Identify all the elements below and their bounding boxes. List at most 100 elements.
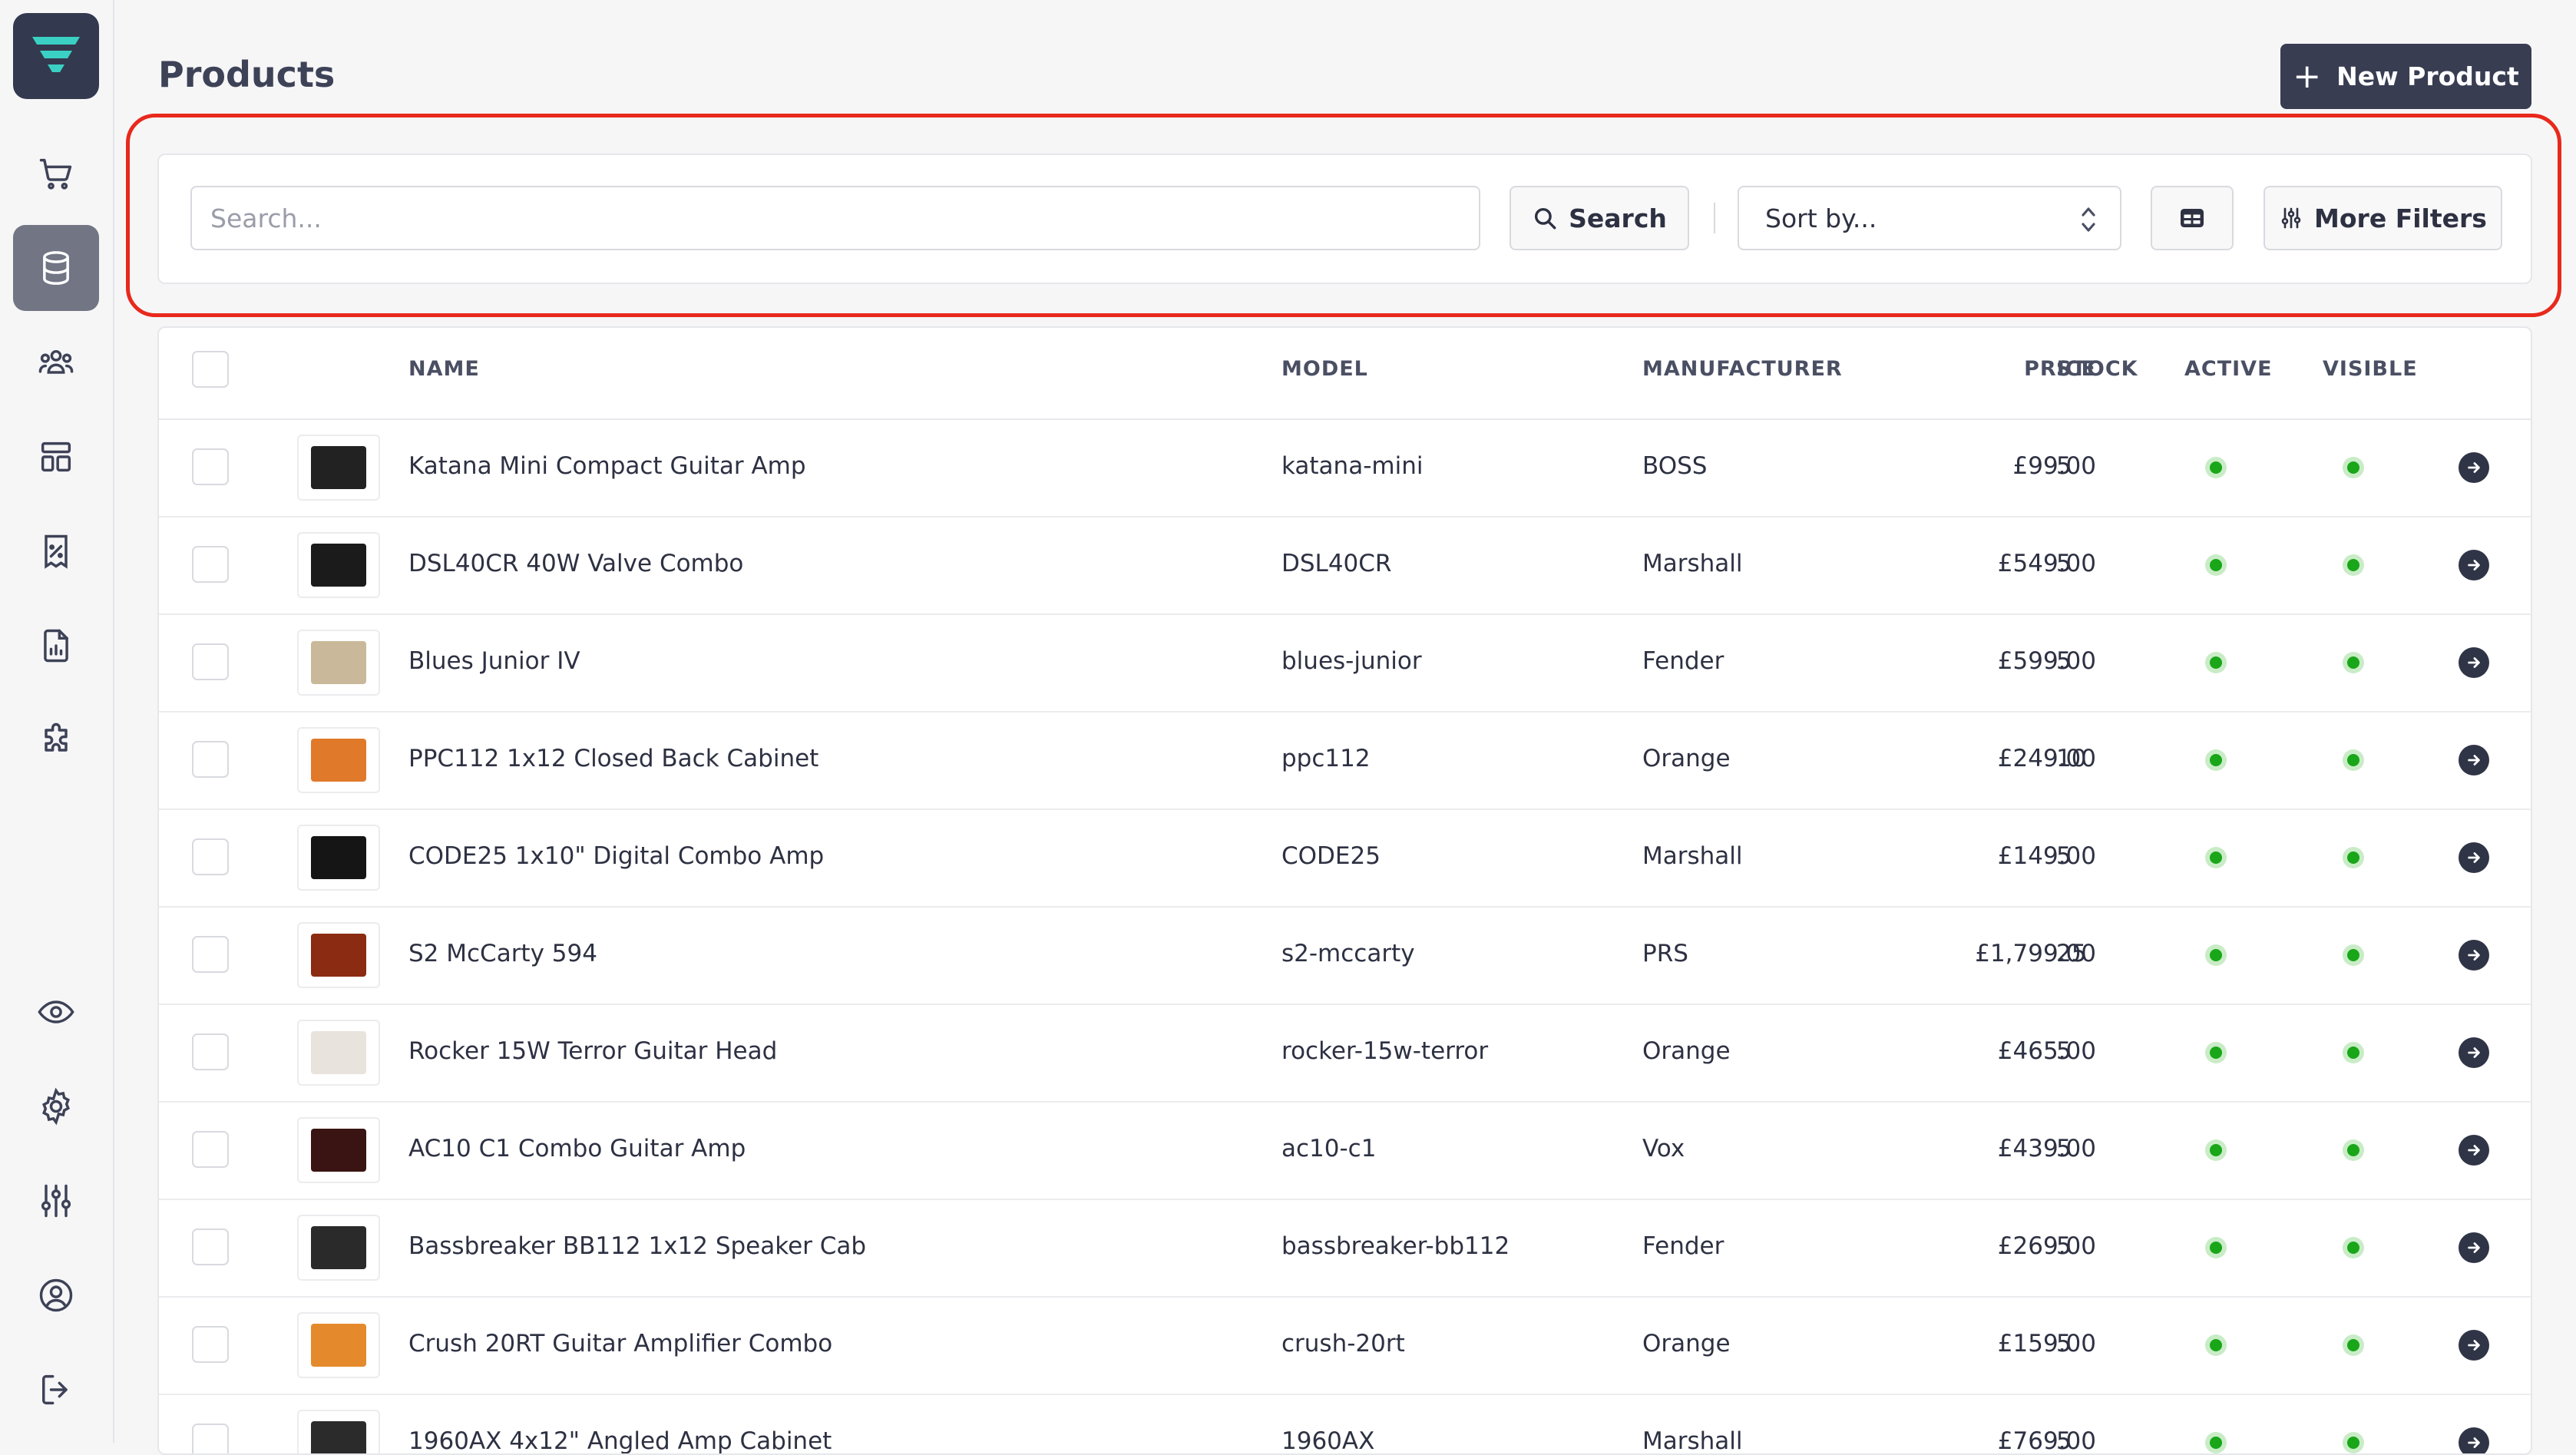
table-row[interactable]: Rocker 15W Terror Guitar Head rocker-15w-… <box>159 1004 2531 1103</box>
column-header-manufacturer[interactable]: MANUFACTURER <box>1642 357 1843 381</box>
nav-products[interactable] <box>13 225 99 311</box>
cell-name[interactable]: AC10 C1 Combo Guitar Amp <box>408 1135 746 1162</box>
active-status-icon <box>2205 652 2227 673</box>
new-product-button[interactable]: + New Product <box>2280 44 2531 109</box>
cell-name[interactable]: Katana Mini Compact Guitar Amp <box>408 452 806 480</box>
filter-bar: Search Sort by... More Filters <box>157 154 2532 284</box>
row-checkbox[interactable] <box>192 1228 229 1265</box>
cell-manufacturer: Marshall <box>1642 1427 1743 1455</box>
cell-stock: 25 <box>2056 940 2087 967</box>
cell-name[interactable]: DSL40CR 40W Valve Combo <box>408 550 743 577</box>
cell-name[interactable]: Rocker 15W Terror Guitar Head <box>408 1037 777 1065</box>
active-status-icon <box>2205 1334 2227 1356</box>
nav-preview[interactable] <box>13 969 99 1055</box>
row-checkbox[interactable] <box>192 838 229 875</box>
table-row[interactable]: Crush 20RT Guitar Amplifier Combo crush-2… <box>159 1296 2531 1395</box>
arrow-right-icon[interactable] <box>2459 1037 2489 1068</box>
table-row[interactable]: Katana Mini Compact Guitar Amp katana-min… <box>159 418 2531 518</box>
row-checkbox[interactable] <box>192 643 229 680</box>
column-header-active[interactable]: ACTIVE <box>2184 357 2273 381</box>
view-toggle-button[interactable] <box>2151 186 2234 250</box>
cell-name[interactable]: PPC112 1x12 Closed Back Cabinet <box>408 745 818 772</box>
row-checkbox[interactable] <box>192 1424 229 1453</box>
product-thumbnail <box>297 1215 380 1281</box>
cart-icon <box>39 158 72 190</box>
column-header-stock[interactable]: STOCK <box>2056 357 2138 381</box>
eye-icon <box>38 1000 74 1023</box>
arrow-right-icon[interactable] <box>2459 550 2489 580</box>
visible-status-icon <box>2343 847 2364 868</box>
active-status-icon <box>2205 554 2227 576</box>
table-row[interactable]: Bassbreaker BB112 1x12 Speaker Cab bassbr… <box>159 1199 2531 1298</box>
cell-name[interactable]: Bassbreaker BB112 1x12 Speaker Cab <box>408 1232 866 1260</box>
row-checkbox[interactable] <box>192 448 229 485</box>
cell-stock: 5 <box>2056 1135 2072 1162</box>
cell-name[interactable]: Crush 20RT Guitar Amplifier Combo <box>408 1330 832 1357</box>
nav-settings[interactable] <box>13 1063 99 1149</box>
gear-icon <box>42 1087 70 1126</box>
table-row[interactable]: Blues Junior IV blues-junior Fender £599.00… <box>159 613 2531 713</box>
select-all-checkbox[interactable] <box>192 351 229 388</box>
cell-manufacturer: Orange <box>1642 1330 1731 1357</box>
column-header-name[interactable]: NAME <box>408 357 480 381</box>
cell-manufacturer: Fender <box>1642 647 1724 675</box>
more-filters-button[interactable]: More Filters <box>2264 186 2502 250</box>
row-checkbox[interactable] <box>192 1033 229 1070</box>
row-checkbox[interactable] <box>192 741 229 778</box>
nav-logout[interactable] <box>13 1347 99 1433</box>
arrow-right-icon[interactable] <box>2459 647 2489 678</box>
arrow-right-icon[interactable] <box>2459 940 2489 971</box>
search-button[interactable]: Search <box>1510 186 1689 250</box>
nav-discounts[interactable] <box>13 508 99 594</box>
nav-layout[interactable] <box>13 414 99 500</box>
arrow-right-icon[interactable] <box>2459 842 2489 873</box>
app-logo[interactable] <box>13 13 99 99</box>
product-image <box>311 1421 366 1453</box>
arrow-right-icon[interactable] <box>2459 1135 2489 1166</box>
arrow-right-icon[interactable] <box>2459 452 2489 483</box>
product-thumbnail <box>297 532 380 598</box>
search-input[interactable] <box>190 186 1480 250</box>
arrow-right-icon[interactable] <box>2459 745 2489 775</box>
table-row[interactable]: 1960AX 4x12" Angled Amp Cabinet 1960AX Mar… <box>159 1394 2531 1455</box>
cell-model: s2-mccarty <box>1281 940 1415 967</box>
plus-icon: + <box>2293 56 2322 96</box>
arrow-right-icon[interactable] <box>2459 1330 2489 1361</box>
cell-model: blues-junior <box>1281 647 1422 675</box>
nav-configuration[interactable] <box>13 1158 99 1244</box>
nav-plugins[interactable] <box>13 697 99 783</box>
column-header-visible[interactable]: VISIBLE <box>2323 357 2418 381</box>
cell-name[interactable]: 1960AX 4x12" Angled Amp Cabinet <box>408 1427 832 1453</box>
table-view-icon <box>2181 209 2204 227</box>
row-checkbox[interactable] <box>192 1326 229 1363</box>
table-row[interactable]: PPC112 1x12 Closed Back Cabinet ppc112 Ora… <box>159 711 2531 810</box>
row-checkbox[interactable] <box>192 546 229 583</box>
new-product-label: New Product <box>2336 61 2519 91</box>
row-checkbox[interactable] <box>192 1131 229 1168</box>
table-row[interactable]: AC10 C1 Combo Guitar Amp ac10-c1 Vox £439.0… <box>159 1101 2531 1200</box>
nav-reports[interactable] <box>13 603 99 689</box>
cell-manufacturer: Marshall <box>1642 550 1743 577</box>
cell-name[interactable]: S2 McCarty 594 <box>408 940 597 967</box>
product-image <box>311 934 366 977</box>
table-row[interactable]: S2 McCarty 594 s2-mccarty PRS £1,799.00 25 <box>159 906 2531 1005</box>
table-row[interactable]: DSL40CR 40W Valve Combo DSL40CR Marshall £5… <box>159 516 2531 615</box>
active-status-icon <box>2205 457 2227 478</box>
arrow-right-icon[interactable] <box>2459 1427 2489 1453</box>
visible-status-icon <box>2343 1334 2364 1356</box>
nav-customers[interactable] <box>13 319 99 405</box>
cell-manufacturer: Orange <box>1642 1037 1731 1065</box>
product-image <box>311 544 366 587</box>
cell-manufacturer: Fender <box>1642 1232 1724 1260</box>
search-icon <box>1535 207 1556 230</box>
row-checkbox[interactable] <box>192 936 229 973</box>
nav-orders[interactable] <box>13 131 99 217</box>
arrow-right-icon[interactable] <box>2459 1232 2489 1263</box>
sort-select[interactable]: Sort by... <box>1738 186 2121 250</box>
cell-model: 1960AX <box>1281 1427 1375 1455</box>
column-header-model[interactable]: MODEL <box>1281 357 1368 381</box>
cell-name[interactable]: CODE25 1x10" Digital Combo Amp <box>408 842 824 870</box>
table-row[interactable]: CODE25 1x10" Digital Combo Amp CODE25 Mars… <box>159 809 2531 908</box>
nav-account[interactable] <box>13 1252 99 1338</box>
cell-name[interactable]: Blues Junior IV <box>408 647 580 675</box>
